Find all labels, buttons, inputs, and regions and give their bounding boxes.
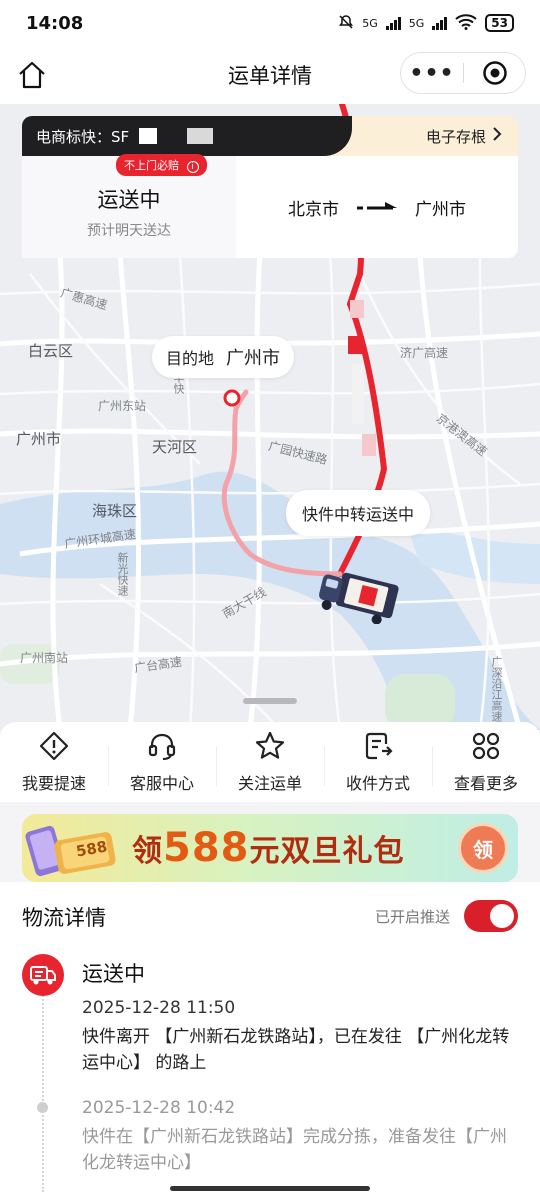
shipment-status: 运送中: [97, 188, 161, 212]
map-label-shenyan: 广深沿江高速: [490, 656, 503, 722]
waybill-mask-2: [187, 128, 214, 144]
status-time: 14:08: [26, 12, 84, 34]
route-summary-card: 不上门必赔 i 运送中 预计明天送达 北京市 广州市: [22, 154, 518, 258]
event-description: 快件离开 【广州新石龙铁路站】，已在发往 【广州化龙转运中心】 的路上: [82, 1027, 510, 1073]
star-icon: [254, 730, 286, 762]
promo-text: 领588元双旦礼包: [132, 825, 405, 871]
target-icon[interactable]: [464, 60, 525, 86]
network-label-2: 5G: [408, 16, 425, 30]
waybill-mask: [139, 128, 158, 144]
action-customer-service[interactable]: 客服中心: [108, 722, 216, 802]
e-receipt-link[interactable]: 电子存根: [426, 116, 502, 156]
promo-amount: 588: [163, 825, 250, 871]
event-time: 2025-12-28 11:50: [82, 998, 236, 1018]
drag-handle[interactable]: [243, 698, 297, 704]
gift-ticket-icon: 588: [22, 814, 132, 882]
action-label: 查看更多: [453, 774, 518, 793]
action-receive-method[interactable]: 收件方式: [324, 722, 432, 802]
home-indicator[interactable]: [170, 1186, 370, 1191]
push-label: 已开启推送: [374, 907, 450, 926]
map-label-guangzhou: 广州市: [16, 430, 62, 448]
home-icon[interactable]: [17, 60, 47, 90]
push-setting: 已开启推送: [375, 900, 518, 932]
guarantee-badge-label: 不上门必赔: [124, 159, 179, 172]
chevron-right-icon: [492, 127, 502, 145]
e-receipt-label: 电子存根: [425, 127, 486, 146]
mute-icon: [338, 14, 354, 33]
event-time: 2025-12-28 10:42: [82, 1098, 236, 1118]
timeline-dot: [37, 1102, 48, 1113]
waybill-number: 电商标快：SF: [22, 116, 352, 156]
action-label: 客服中心: [129, 774, 194, 793]
truck-icon: [312, 566, 402, 625]
map-label-east-station: 广州东站: [98, 399, 147, 413]
map-label-haizhu: 海珠区: [92, 502, 138, 520]
destination-city: 广州市: [415, 199, 466, 220]
grid-more-icon: [470, 730, 502, 762]
event-status: 运送中: [82, 962, 145, 986]
action-speed-up[interactable]: 我要提速: [0, 722, 108, 802]
battery-indicator: 53: [485, 14, 514, 32]
push-toggle[interactable]: [464, 900, 518, 932]
action-label: 收件方式: [345, 774, 410, 793]
promo-banner[interactable]: 588 领588元双旦礼包 领: [22, 814, 518, 882]
network-label-1: 5G: [362, 16, 378, 30]
more-icon[interactable]: •••: [401, 53, 463, 93]
waybill-bar: 电商标快：SF 电子存根: [22, 116, 518, 156]
promo-claim-button[interactable]: 领: [458, 823, 508, 873]
promo-suffix: 元双旦礼包: [249, 834, 405, 869]
logistics-title: 物流详情: [22, 906, 106, 930]
guarantee-badge[interactable]: 不上门必赔 i: [116, 154, 207, 176]
status-icons: 5G 5G 53: [338, 13, 514, 33]
mini-program-capsule: •••: [400, 52, 526, 94]
destination-prefix: 目的地: [166, 349, 215, 368]
route-arrow-icon: [355, 200, 399, 214]
action-label: 关注运单: [237, 774, 302, 793]
quick-actions: 我要提速 客服中心 关注运单 收件方式 查看更多: [0, 722, 540, 802]
status-panel: 不上门必赔 i 运送中 预计明天送达: [22, 154, 236, 258]
headset-icon: [146, 730, 178, 762]
logistics-section: 物流详情 已开启推送 运送中 2025-12-28 11:50 快件离开 【广州…: [0, 882, 540, 1200]
shipment-eta: 预计明天送达: [87, 223, 171, 239]
action-follow[interactable]: 关注运单: [216, 722, 324, 802]
map-label-jiguang: 济广高速: [400, 346, 449, 360]
speed-alert-icon: [38, 730, 70, 762]
nav-bar: 运单详情 •••: [0, 46, 540, 104]
destination-bubble-city: 广州市: [226, 348, 281, 369]
action-label: 我要提速: [21, 774, 86, 793]
map-label-tianhe: 天河区: [152, 438, 198, 456]
truck-status-icon: [22, 954, 64, 996]
info-icon: i: [186, 161, 199, 173]
action-more[interactable]: 查看更多: [432, 722, 540, 802]
transit-bubble: 快件中转运送中: [286, 490, 431, 536]
transit-text: 快件中转运送中: [302, 505, 415, 524]
event-description: 快件在【广州新石龙铁路站】完成分拣，准备发往【广州化龙转运中心】: [82, 1127, 507, 1173]
origin-city: 北京市: [288, 199, 339, 220]
signal-icon: [385, 16, 401, 30]
promo-prefix: 领: [132, 834, 163, 869]
signal-icon-2: [432, 16, 448, 30]
status-bar: 14:08 5G 5G 53: [0, 0, 540, 46]
timeline-line: [42, 992, 44, 1192]
waybill-label: 电商标快：SF: [36, 127, 130, 146]
destination-bubble: 目的地 广州市: [152, 336, 295, 378]
map-label-south-station: 广州南站: [20, 651, 69, 665]
map-label-xinguang: 新光快速: [116, 552, 129, 596]
receive-method-icon: [362, 730, 394, 762]
map-label-baiyun: 白云区: [28, 342, 74, 360]
route-map[interactable]: 白云区 广州市 天河区 海珠区 广州东站 广州南站 济广高速 广园快速路 广州环…: [0, 104, 540, 730]
route-cities: 北京市 广州市: [236, 156, 518, 258]
wifi-icon: [455, 13, 477, 33]
